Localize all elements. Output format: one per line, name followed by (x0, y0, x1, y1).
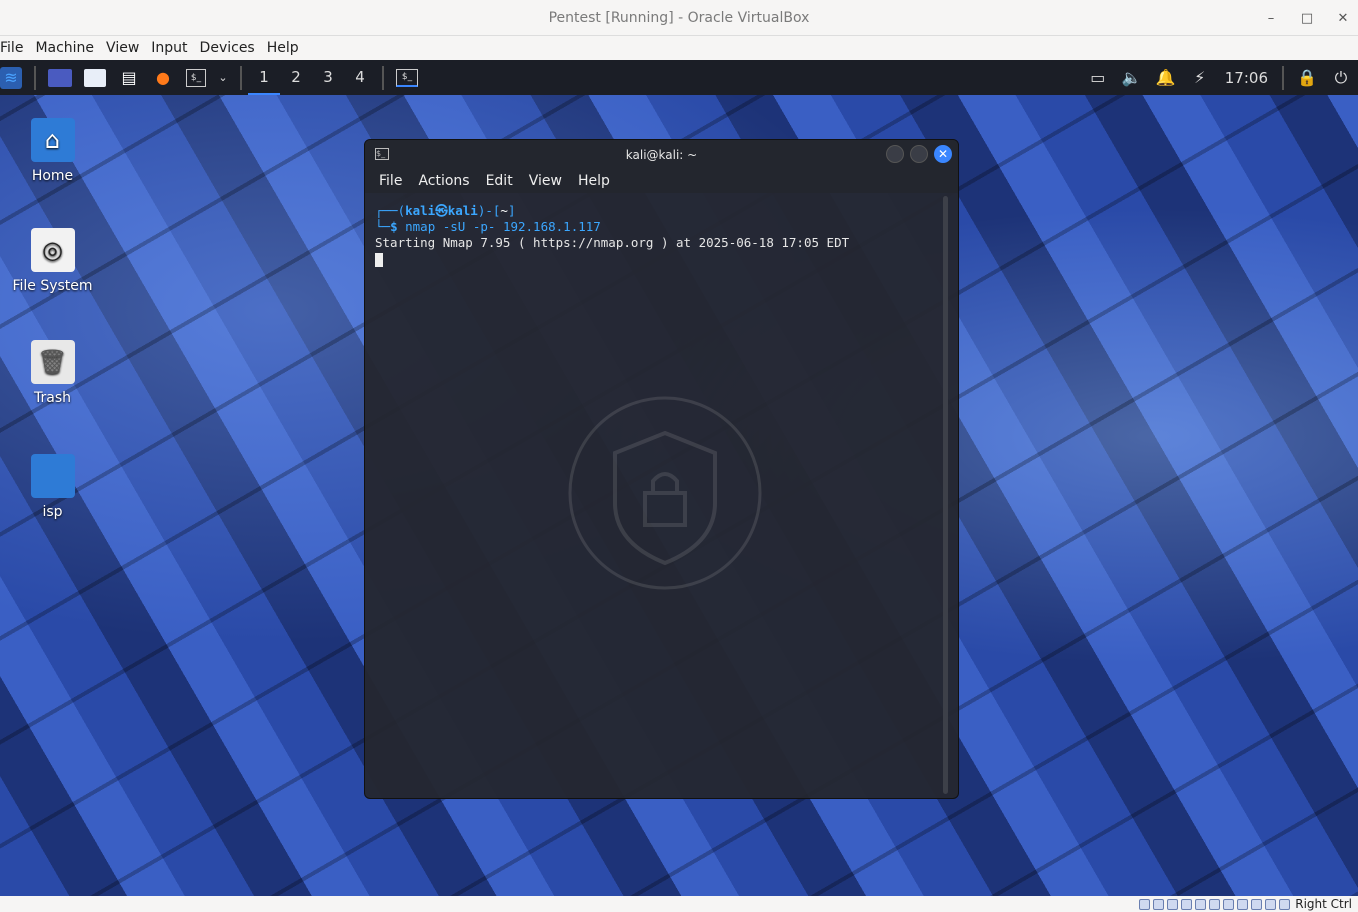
top-panel: ≋ ▤ ● $_ ⌄ 1 2 3 4 $_ ▭ 🔈 🔔 ⚡ 17:06 🔒 ⏻ (0, 60, 1358, 95)
terminal-output-line: Starting Nmap 7.95 ( https://nmap.org ) … (375, 235, 850, 250)
desktop-icon-home[interactable]: ⌂ Home (0, 118, 105, 184)
vbox-titlebar: Pentest [Running] - Oracle VirtualBox – … (0, 0, 1358, 36)
terminal-window-icon: $_ (375, 148, 389, 160)
maximize-button[interactable] (910, 145, 928, 163)
vbox-menu-file[interactable]: File (0, 40, 29, 56)
network-icon[interactable] (1181, 898, 1193, 910)
terminal-command: nmap -sU -p- 192.168.1.117 (405, 219, 601, 234)
terminal-menu-view[interactable]: View (529, 173, 562, 189)
optical-drive-icon[interactable] (1153, 898, 1165, 910)
prompt-host: kali (447, 203, 478, 218)
cpu-icon[interactable] (1251, 898, 1263, 910)
text-editor-icon[interactable]: ▤ (118, 67, 140, 89)
minimize-button[interactable] (886, 145, 904, 163)
vbox-menu-view[interactable]: View (106, 40, 145, 56)
terminal-menu-actions[interactable]: Actions (418, 173, 469, 189)
prompt-user: kali (405, 203, 436, 218)
terminal-menubar: File Actions Edit View Help (365, 169, 958, 193)
display-status-icon[interactable] (1223, 898, 1235, 910)
show-desktop-icon[interactable] (48, 68, 72, 87)
maximize-icon[interactable]: □ (1298, 11, 1316, 26)
vbox-title: Pentest [Running] - Oracle VirtualBox (548, 9, 810, 26)
terminal-titlebar[interactable]: $_ kali@kali: ~ ✕ (365, 140, 958, 169)
vbox-menu-input[interactable]: Input (151, 40, 193, 56)
panel-separator (34, 65, 36, 90)
folder-icon (30, 454, 75, 498)
desktop-icon-label: isp (42, 504, 63, 520)
terminal-window-controls: ✕ (886, 145, 952, 163)
hard-disk-icon[interactable] (1139, 898, 1151, 910)
guest-screen: ≋ ▤ ● $_ ⌄ 1 2 3 4 $_ ▭ 🔈 🔔 ⚡ 17:06 🔒 ⏻ … (0, 60, 1358, 896)
terminal-cursor (375, 252, 383, 267)
prompt-dir: ~ (500, 203, 508, 218)
usb-icon[interactable] (1195, 898, 1207, 910)
prompt-line-1: ┌──(kali㉿kali)-[~] (375, 203, 516, 218)
panel-tray: ▭ 🔈 🔔 ⚡ 17:06 🔒 ⏻ (1081, 65, 1358, 90)
taskbar-terminal-icon[interactable]: $_ (396, 68, 418, 87)
power-manager-icon[interactable]: ⚡ (1189, 67, 1211, 89)
keyboard-icon[interactable] (1279, 898, 1291, 910)
panel-separator (1282, 65, 1284, 90)
workspace-4[interactable]: 4 (344, 60, 376, 95)
panel-separator (240, 65, 242, 90)
vbox-menu-devices[interactable]: Devices (200, 40, 261, 56)
trash-icon: 🗑 (30, 340, 75, 384)
watermark-shield-icon (568, 396, 762, 590)
file-manager-icon[interactable] (84, 68, 106, 87)
recording-icon[interactable] (1237, 898, 1249, 910)
mouse-integration-icon[interactable] (1265, 898, 1277, 910)
terminal-title: kali@kali: ~ (625, 147, 698, 162)
desktop-icon-label: Home (31, 168, 74, 184)
terminal-window[interactable]: $_ kali@kali: ~ ✕ File Actions Edit View… (364, 139, 959, 799)
desktop-icon-trash[interactable]: 🗑 Trash (0, 340, 105, 406)
desktop-icon-filesystem[interactable]: ◎ File System (0, 228, 105, 294)
terminal-output[interactable]: ┌──(kali㉿kali)-[~] └─$ nmap -sU -p- 192.… (365, 193, 958, 793)
panel-clock[interactable]: 17:06 (1225, 69, 1268, 87)
lock-icon[interactable]: 🔒 (1296, 67, 1318, 89)
firefox-icon[interactable]: ● (152, 67, 174, 89)
desktop-icon-label: File System (12, 278, 93, 294)
home-folder-icon: ⌂ (30, 118, 75, 162)
terminal-menu-edit[interactable]: Edit (486, 173, 513, 189)
chevron-down-icon[interactable]: ⌄ (218, 67, 228, 89)
logout-icon[interactable]: ⏻ (1330, 67, 1352, 89)
vbox-statusbar: Right Ctrl (0, 896, 1358, 912)
close-icon[interactable]: ✕ (1334, 11, 1352, 26)
vbox-menu-help[interactable]: Help (267, 40, 305, 56)
kali-menu-icon[interactable]: ≋ (0, 66, 22, 89)
display-icon[interactable]: ▭ (1087, 67, 1109, 89)
workspace-3[interactable]: 3 (312, 60, 344, 95)
vbox-menu-machine[interactable]: Machine (35, 40, 100, 56)
desktop-icon-isp[interactable]: isp (0, 454, 105, 520)
drive-icon: ◎ (30, 228, 75, 272)
terminal-launcher-icon[interactable]: $_ (186, 68, 206, 87)
workspace-1[interactable]: 1 (248, 60, 280, 95)
terminal-menu-help[interactable]: Help (578, 173, 610, 189)
terminal-scrollbar[interactable] (943, 196, 948, 794)
desktop-icon-label: Trash (34, 390, 71, 406)
vbox-window-controls: – □ ✕ (1262, 0, 1352, 36)
workspace-2[interactable]: 2 (280, 60, 312, 95)
panel-separator (382, 65, 384, 90)
vbox-menubar: File Machine View Input Devices Help (0, 36, 1358, 60)
notification-bell-icon[interactable]: 🔔 (1155, 67, 1177, 89)
host-key-label: Right Ctrl (1295, 897, 1352, 911)
prompt-line-2: └─$ nmap -sU -p- 192.168.1.117 (375, 219, 601, 234)
volume-icon[interactable]: 🔈 (1121, 67, 1143, 89)
shared-folders-icon[interactable] (1209, 898, 1221, 910)
cursor-line (375, 251, 948, 267)
close-button[interactable]: ✕ (934, 145, 952, 163)
audio-icon[interactable] (1167, 898, 1179, 910)
minimize-icon[interactable]: – (1262, 11, 1280, 26)
terminal-menu-file[interactable]: File (379, 173, 402, 189)
